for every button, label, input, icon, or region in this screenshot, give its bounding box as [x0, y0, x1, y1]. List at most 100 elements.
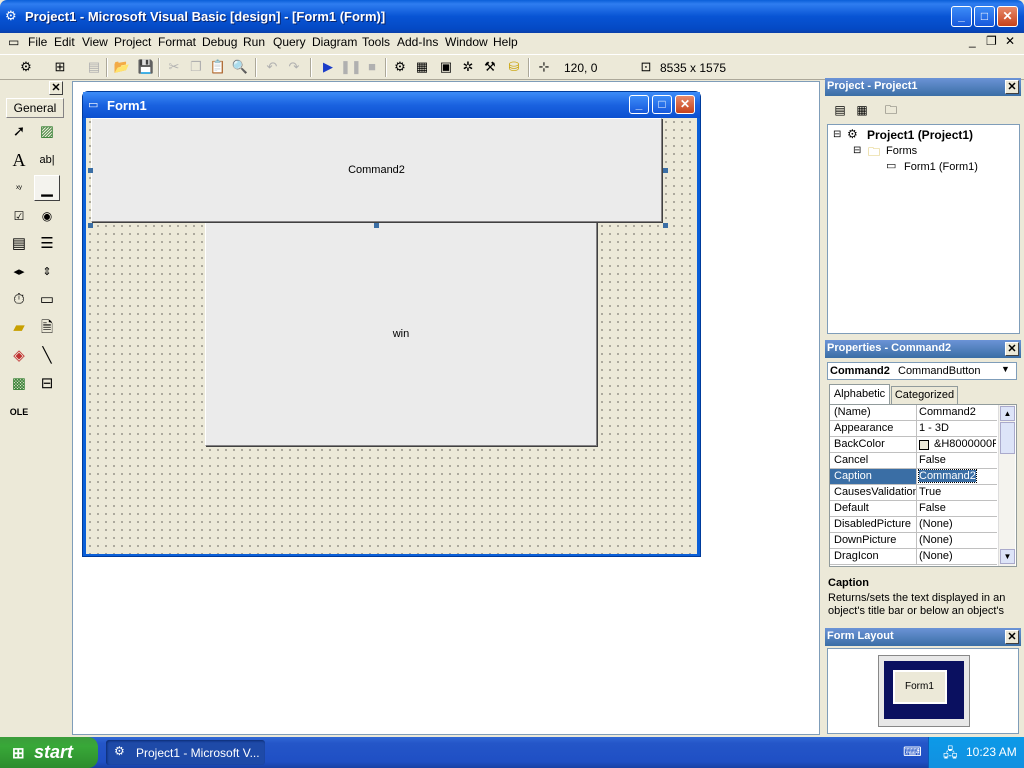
tree-forms-folder[interactable]: Forms	[886, 145, 917, 157]
listbox-tool-icon[interactable]: ☰	[34, 231, 60, 257]
ole-tool-icon[interactable]: OLE	[6, 399, 32, 425]
object-selector-dropdown[interactable]: Command2 CommandButton ▼	[827, 362, 1017, 380]
find-icon[interactable]: 🔍	[230, 57, 250, 77]
paste-icon[interactable]: 📋	[208, 57, 228, 77]
property-row[interactable]: Caption Command2	[830, 469, 997, 485]
property-value[interactable]: True	[919, 486, 997, 498]
maximize-button[interactable]: □	[974, 6, 995, 27]
save-icon[interactable]: 💾	[136, 57, 156, 77]
properties-title-bar[interactable]: Properties - Command2	[825, 340, 1021, 358]
optionbutton-tool-icon[interactable]: ◉	[34, 203, 60, 229]
form-designer-window[interactable]: ▭ Form1 _ □ ✕ win Command2	[82, 91, 701, 557]
property-row[interactable]: DownPicture (None)	[830, 533, 997, 549]
network-icon[interactable]: 🖧	[943, 744, 958, 766]
form-layout-preview[interactable]: Form1	[893, 670, 947, 704]
add-form-icon[interactable]: ⊞	[50, 57, 70, 77]
resize-handle[interactable]	[663, 168, 668, 173]
property-row[interactable]: Appearance 1 - 3D	[830, 421, 997, 437]
picturebox-tool-icon[interactable]: ▨	[34, 119, 60, 145]
mdi-minimize-button[interactable]: _	[969, 34, 976, 48]
tree-form1-item[interactable]: Form1 (Form1)	[904, 161, 978, 173]
property-value[interactable]: (None)	[919, 534, 997, 546]
property-value[interactable]: 1 - 3D	[919, 422, 997, 434]
start-button[interactable]: ⊞ start	[0, 737, 98, 768]
tree-project-root[interactable]: Project1 (Project1)	[867, 128, 973, 142]
combobox-tool-icon[interactable]: ▤	[6, 231, 32, 257]
property-row[interactable]: Cancel False	[830, 453, 997, 469]
data-view-icon[interactable]: ⛁	[504, 57, 524, 77]
image-tool-icon[interactable]: ▩	[6, 371, 32, 397]
tree-collapse-icon[interactable]: ⊟	[833, 129, 841, 140]
label-tool-icon[interactable]: A	[6, 147, 32, 173]
project-explorer-icon[interactable]: ⚙	[390, 57, 410, 77]
view-code-icon[interactable]: ▤	[830, 100, 850, 120]
menu-view[interactable]: View	[82, 35, 108, 49]
command2-button[interactable]: Command2	[91, 118, 662, 222]
property-row[interactable]: DragIcon (None)	[830, 549, 997, 565]
dirlistbox-tool-icon[interactable]: ▰	[6, 315, 32, 341]
menu-window[interactable]: Window	[445, 35, 488, 49]
property-value[interactable]: (None)	[919, 550, 997, 562]
taskbar-button-vb[interactable]: ⚙ Project1 - Microsoft V...	[106, 740, 265, 765]
menu-addins[interactable]: Add-Ins	[397, 35, 438, 49]
scroll-down-icon[interactable]: ▼	[1000, 549, 1015, 564]
toggle-folders-icon[interactable]: 🗀	[881, 100, 901, 120]
tab-categorized[interactable]: Categorized	[891, 386, 958, 404]
pointer-tool-icon[interactable]: ➚	[6, 119, 32, 145]
copy-icon[interactable]: ❐	[186, 57, 206, 77]
mdi-restore-button[interactable]: ❐	[986, 34, 997, 48]
start-icon[interactable]: ▶	[318, 57, 338, 77]
scroll-thumb[interactable]	[1000, 422, 1015, 454]
toolbox-close-button[interactable]: ✕	[49, 81, 63, 95]
form-close-button[interactable]: ✕	[675, 95, 695, 114]
chevron-down-icon[interactable]: ▼	[1001, 364, 1010, 374]
add-project-icon[interactable]: ⚙	[16, 57, 36, 77]
hscrollbar-tool-icon[interactable]: ◂▸	[6, 259, 32, 285]
form-layout-close-button[interactable]: ✕	[1005, 630, 1019, 644]
tab-alphabetic[interactable]: Alphabetic	[829, 384, 890, 404]
title-bar[interactable]: ⚙ Project1 - Microsoft Visual Basic [des…	[0, 0, 1024, 33]
vscrollbar-tool-icon[interactable]: ⇕	[34, 259, 60, 285]
form-design-surface[interactable]: win Command2	[86, 118, 697, 554]
form-maximize-button[interactable]: □	[652, 95, 672, 114]
vb-app-icon[interactable]: ⚙	[5, 8, 17, 24]
project-explorer-title-bar[interactable]: Project - Project1	[825, 78, 1021, 96]
textbox-tool-icon[interactable]: ab|	[34, 147, 60, 173]
form-title-bar[interactable]: ▭ Form1 _ □ ✕	[83, 92, 700, 118]
end-icon[interactable]: ■	[362, 57, 382, 77]
form-layout-title-bar[interactable]: Form Layout	[825, 628, 1021, 646]
undo-icon[interactable]: ↶	[262, 57, 282, 77]
menu-edit[interactable]: Edit	[54, 35, 75, 49]
checkbox-tool-icon[interactable]: ☑	[6, 203, 32, 229]
view-object-icon[interactable]: ▦	[852, 100, 872, 120]
break-icon[interactable]: ❚❚	[340, 57, 362, 77]
resize-handle[interactable]	[88, 168, 93, 173]
resize-handle[interactable]	[663, 223, 668, 228]
clock[interactable]: 10:23 AM	[966, 745, 1017, 759]
redo-icon[interactable]: ↷	[284, 57, 304, 77]
commandbutton-tool-icon[interactable]: ▁	[34, 175, 60, 201]
property-row[interactable]: BackColor &H8000000F	[830, 437, 997, 453]
menu-project[interactable]: Project	[114, 35, 151, 49]
property-value[interactable]: Command2	[919, 406, 997, 418]
form-layout-icon[interactable]: ▣	[436, 57, 456, 77]
toolbox-general-tab[interactable]: General	[6, 98, 64, 118]
property-value[interactable]: Command2	[918, 469, 977, 483]
menu-debug[interactable]: Debug	[202, 35, 237, 49]
property-value[interactable]: False	[919, 502, 997, 514]
tree-collapse-icon[interactable]: ⊟	[853, 145, 861, 156]
property-row[interactable]: DisabledPicture (None)	[830, 517, 997, 533]
property-scrollbar[interactable]: ▲ ▼	[998, 405, 1015, 566]
data-tool-icon[interactable]: ⊟	[34, 371, 60, 397]
menu-file[interactable]: File	[28, 35, 47, 49]
menu-run[interactable]: Run	[243, 35, 265, 49]
form-system-icon[interactable]: ▭	[8, 35, 19, 49]
shape-tool-icon[interactable]: ◈	[6, 343, 32, 369]
toolbox-icon[interactable]: ⚒	[480, 57, 500, 77]
properties-close-button[interactable]: ✕	[1005, 342, 1019, 356]
property-row[interactable]: Default False	[830, 501, 997, 517]
menu-tools[interactable]: Tools	[362, 35, 390, 49]
menu-editor-icon[interactable]: ▤	[84, 57, 104, 77]
open-folder-icon[interactable]: 📂	[112, 57, 132, 77]
menu-help[interactable]: Help	[493, 35, 518, 49]
